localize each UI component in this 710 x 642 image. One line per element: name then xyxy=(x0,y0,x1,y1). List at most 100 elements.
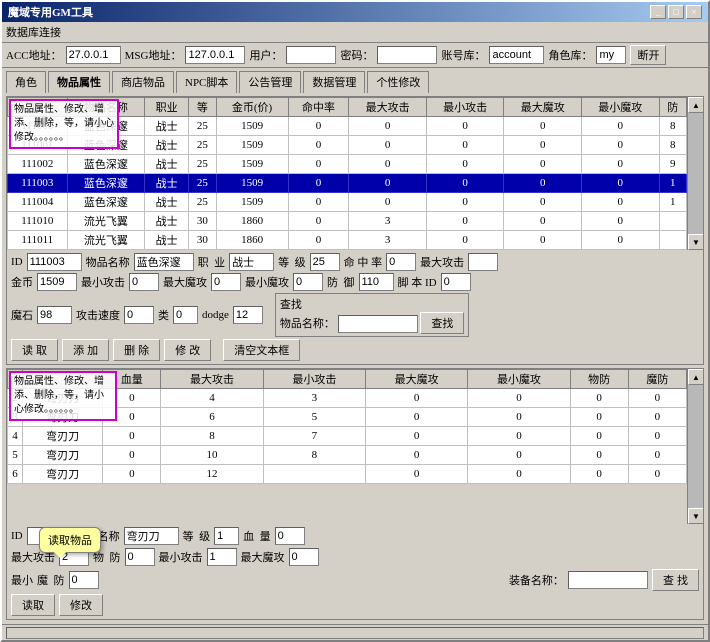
status-bar xyxy=(2,624,708,640)
col-minmatk: 最小魔攻 xyxy=(582,98,660,117)
upper-table-row[interactable]: 111004蓝色深邃战士251509000001 xyxy=(8,193,687,212)
lower-cell: 0 xyxy=(366,465,468,484)
lower-maxmatk-field[interactable] xyxy=(289,548,319,566)
msg-input[interactable] xyxy=(185,46,245,64)
tab-custom[interactable]: 个性修改 xyxy=(367,71,429,93)
read-button[interactable]: 读 取 xyxy=(11,339,58,361)
search-button[interactable]: 查找 xyxy=(420,312,464,334)
col-price: 金币(价) xyxy=(216,98,288,117)
disconnect-button[interactable]: 断开 xyxy=(630,45,666,65)
maximize-button[interactable]: □ xyxy=(668,5,684,19)
window-title: 魔域专用GM工具 xyxy=(8,4,93,20)
tab-data[interactable]: 数据管理 xyxy=(303,71,365,93)
lower-pdef-field[interactable] xyxy=(125,548,155,566)
upper-cell: 0 xyxy=(426,155,504,174)
tab-announce[interactable]: 公告管理 xyxy=(239,71,301,93)
search-input[interactable] xyxy=(338,315,418,333)
upper-scrollbar[interactable]: ▲ ▼ xyxy=(687,97,703,250)
type-field[interactable] xyxy=(173,306,198,324)
lower-cell: 3 xyxy=(263,389,365,408)
minimize-button[interactable]: _ xyxy=(650,5,666,19)
maxmatk-field[interactable] xyxy=(211,273,241,291)
lower-name-field[interactable] xyxy=(124,527,179,545)
lower-search-button[interactable]: 查 找 xyxy=(652,569,699,591)
upper-cell: 0 xyxy=(504,136,582,155)
job-label: 职 业 xyxy=(198,254,226,270)
upper-cell: 0 xyxy=(349,174,427,193)
scroll-down-btn[interactable]: ▼ xyxy=(688,234,703,250)
upper-cell: 蓝色深邃 xyxy=(67,174,145,193)
tab-shop[interactable]: 商店物品 xyxy=(112,71,174,93)
lower-scroll-track[interactable] xyxy=(688,385,703,508)
upper-cell: 3 xyxy=(349,212,427,231)
lower-search-input[interactable] xyxy=(568,571,648,589)
upper-table-row[interactable]: 111011流光飞翼战士30186003000 xyxy=(8,231,687,250)
lower-cell: 0 xyxy=(570,465,628,484)
close-button[interactable]: × xyxy=(686,5,702,19)
maxatk-label: 最大攻击 xyxy=(420,254,464,270)
menu-item-db[interactable]: 数据库连接 xyxy=(6,27,61,39)
upper-cell: 0 xyxy=(504,231,582,250)
lower-cell: 0 xyxy=(103,427,161,446)
job-field[interactable] xyxy=(229,253,274,271)
role-input[interactable] xyxy=(596,46,626,64)
lower-cell: 6 xyxy=(8,465,23,484)
speed-label: 攻击速度 xyxy=(76,307,120,323)
upper-cell: 25 xyxy=(189,174,216,193)
def-field[interactable] xyxy=(359,273,394,291)
lower-scroll-down-btn[interactable]: ▼ xyxy=(688,508,703,524)
stone-field[interactable] xyxy=(37,306,72,324)
col-maxatk: 最大攻击 xyxy=(349,98,427,117)
lower-cell: 0 xyxy=(468,446,570,465)
minmatk-label: 最小魔攻 xyxy=(245,274,289,290)
lower-table-row[interactable]: 6弯刃刀0120000 xyxy=(8,465,687,484)
lower-lv-field[interactable] xyxy=(214,527,239,545)
lower-scroll-up-btn[interactable]: ▲ xyxy=(688,369,703,385)
dodge-field[interactable] xyxy=(233,306,263,324)
upper-table-row[interactable]: 111002蓝色深邃战士251509000009 xyxy=(8,155,687,174)
upper-cell: 1 xyxy=(659,174,686,193)
upper-cell: 25 xyxy=(189,155,216,174)
lower-scrollbar[interactable]: ▲ ▼ xyxy=(687,369,703,524)
upper-table-row[interactable]: 111010流光飞翼战士30186003000 xyxy=(8,212,687,231)
maxatk-field[interactable] xyxy=(468,253,498,271)
db-input[interactable] xyxy=(489,46,544,64)
minmatk-field[interactable] xyxy=(293,273,323,291)
user-input[interactable] xyxy=(286,46,336,64)
lower-form-row3: 最小 读取物品 魔 防 装备名称： 查 找 xyxy=(11,569,699,591)
lower-minatk-field[interactable] xyxy=(207,548,237,566)
lv-field[interactable] xyxy=(310,253,340,271)
clear-button[interactable]: 清空文本框 xyxy=(223,339,300,361)
id-field[interactable] xyxy=(27,253,82,271)
lower-read-button[interactable]: 读取 xyxy=(11,594,55,616)
scroll-up-btn[interactable]: ▲ xyxy=(688,97,703,113)
price-field[interactable] xyxy=(37,273,77,291)
delete-button[interactable]: 删 除 xyxy=(113,339,160,361)
add-button[interactable]: 添 加 xyxy=(62,339,109,361)
upper-cell: 蓝色深邃 xyxy=(67,193,145,212)
lower-table-row[interactable]: 5弯刃刀01080000 xyxy=(8,446,687,465)
pwd-input[interactable] xyxy=(377,46,437,64)
tab-npc[interactable]: NPC脚本 xyxy=(176,71,237,93)
lower-table-row[interactable]: 4弯刃刀0870000 xyxy=(8,427,687,446)
tab-items[interactable]: 物品属性 xyxy=(48,71,110,93)
lower-mdef-field[interactable] xyxy=(69,571,99,589)
lower-cell: 0 xyxy=(366,389,468,408)
upper-table-row[interactable]: 111003蓝色深邃战士251509000001 xyxy=(8,174,687,193)
footid-field[interactable] xyxy=(441,273,471,291)
hit-label: 命 中 率 xyxy=(344,254,383,270)
lower-modify-button[interactable]: 修改 xyxy=(59,594,103,616)
acc-input[interactable] xyxy=(66,46,121,64)
msg-label: MSG地址： xyxy=(125,47,182,63)
scroll-track[interactable] xyxy=(688,113,703,234)
hit-field[interactable] xyxy=(386,253,416,271)
upper-form-row4: 读 取 添 加 删 除 修 改 清空文本框 xyxy=(11,339,699,361)
modify-button[interactable]: 修 改 xyxy=(164,339,211,361)
tab-role[interactable]: 角色 xyxy=(6,71,46,93)
item-name-field[interactable] xyxy=(134,253,194,271)
speed-field[interactable] xyxy=(124,306,154,324)
upper-cell: 111002 xyxy=(8,155,68,174)
lower-maxmatk-label: 最大魔攻 xyxy=(241,549,285,565)
minatk-field[interactable] xyxy=(129,273,159,291)
lower-hp-field[interactable] xyxy=(275,527,305,545)
